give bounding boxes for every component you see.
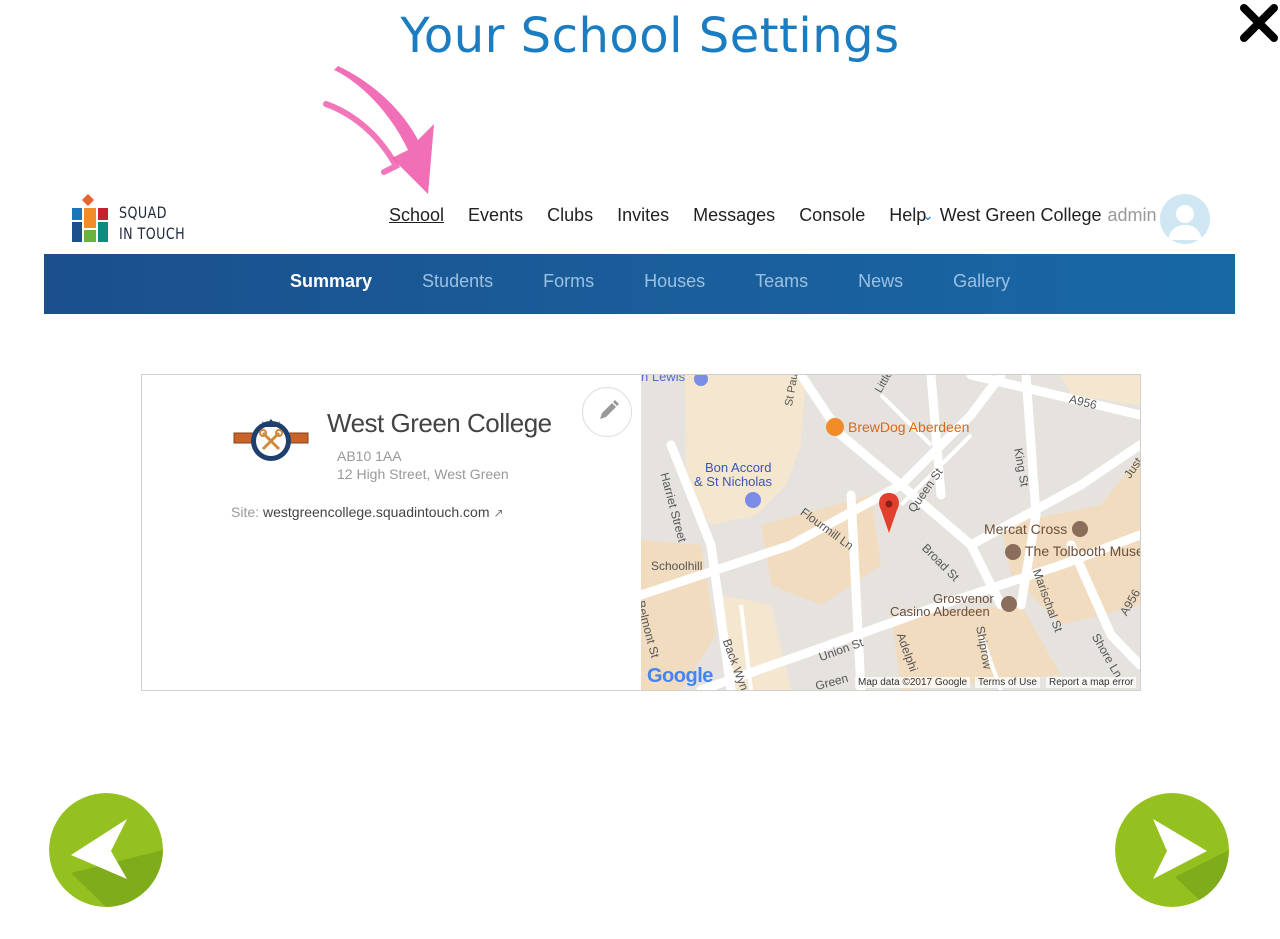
- map-poi-grosvenor-2: Casino Aberdeen: [890, 604, 990, 619]
- close-icon[interactable]: [1238, 2, 1280, 44]
- map-label-schoolhill: Schoolhill: [651, 559, 703, 573]
- arrow-left-icon: [49, 793, 163, 907]
- external-link-icon: ↗: [493, 506, 504, 520]
- school-location-map[interactable]: n Lewis St Paul St Little A956 BrewDog A…: [641, 375, 1140, 690]
- brand-line-2: IN TOUCH: [119, 224, 186, 243]
- edit-button[interactable]: [582, 387, 632, 437]
- map-data-credit: Map data ©2017 Google: [855, 677, 971, 688]
- next-button[interactable]: [1115, 793, 1229, 907]
- app-header: SQUAD IN TOUCH School Events Clubs Invit…: [44, 186, 1235, 250]
- tab-teams[interactable]: Teams: [755, 271, 808, 292]
- school-site-link[interactable]: westgreencollege.squadintouch.com ↗: [263, 504, 504, 520]
- map-report-link[interactable]: Report a map error: [1046, 677, 1137, 688]
- school-name: West Green College: [327, 408, 552, 438]
- role-label: admin: [1107, 205, 1157, 225]
- pencil-icon: [600, 400, 619, 419]
- tab-forms[interactable]: Forms: [543, 271, 594, 292]
- nav-item-messages[interactable]: Messages: [693, 205, 775, 226]
- brand-text: SQUAD IN TOUCH: [119, 202, 194, 244]
- nav-item-clubs[interactable]: Clubs: [547, 205, 593, 226]
- nav-item-console[interactable]: Console: [799, 205, 865, 226]
- school-switcher-name: West Green College: [939, 205, 1102, 225]
- map-terms-link[interactable]: Terms of Use: [975, 677, 1040, 688]
- page-title: Your School Settings: [400, 8, 900, 64]
- tab-summary[interactable]: Summary: [290, 271, 372, 292]
- previous-button[interactable]: [49, 793, 163, 907]
- school-switcher[interactable]: ⌄ West Green College admin: [922, 205, 1157, 226]
- map-label-lewis: n Lewis: [641, 375, 686, 384]
- school-subnav: Summary Students Forms Houses Teams News…: [44, 254, 1235, 314]
- brand-line-1: SQUAD: [119, 203, 167, 222]
- squad-in-touch-logo[interactable]: [70, 192, 110, 244]
- nav-item-invites[interactable]: Invites: [617, 205, 669, 226]
- pointer-arrow-icon: [320, 62, 450, 202]
- avatar[interactable]: [1160, 194, 1210, 244]
- school-postcode: AB10 1AA: [337, 448, 402, 464]
- map-poi-bon-accord-2: & St Nicholas: [694, 474, 773, 489]
- nav-item-help[interactable]: Help: [889, 205, 926, 226]
- school-site-url: westgreencollege.squadintouch.com: [263, 504, 490, 520]
- chevron-down-icon: ⌄: [922, 207, 934, 223]
- site-label: Site:: [231, 504, 260, 520]
- map-poi-tolbooth: The Tolbooth Muse: [1025, 543, 1140, 559]
- tab-students[interactable]: Students: [422, 271, 493, 292]
- nav-item-events[interactable]: Events: [468, 205, 523, 226]
- tab-gallery[interactable]: Gallery: [953, 271, 1010, 292]
- map-poi-mercat: Mercat Cross: [984, 521, 1068, 537]
- school-crest-icon: [232, 417, 310, 465]
- arrow-right-icon: [1115, 793, 1229, 907]
- google-logo: Google: [647, 665, 713, 687]
- tab-news[interactable]: News: [858, 271, 903, 292]
- nav-item-school[interactable]: School: [389, 205, 444, 226]
- map-poi-bon-accord-1: Bon Accord: [705, 460, 772, 475]
- school-address: 12 High Street, West Green: [337, 466, 509, 482]
- tab-houses[interactable]: Houses: [644, 271, 705, 292]
- main-nav: School Events Clubs Invites Messages Con…: [389, 205, 950, 226]
- map-poi-brewdog: BrewDog Aberdeen: [848, 419, 970, 435]
- school-summary-card: West Green College AB10 1AA 12 High Stre…: [141, 374, 1141, 691]
